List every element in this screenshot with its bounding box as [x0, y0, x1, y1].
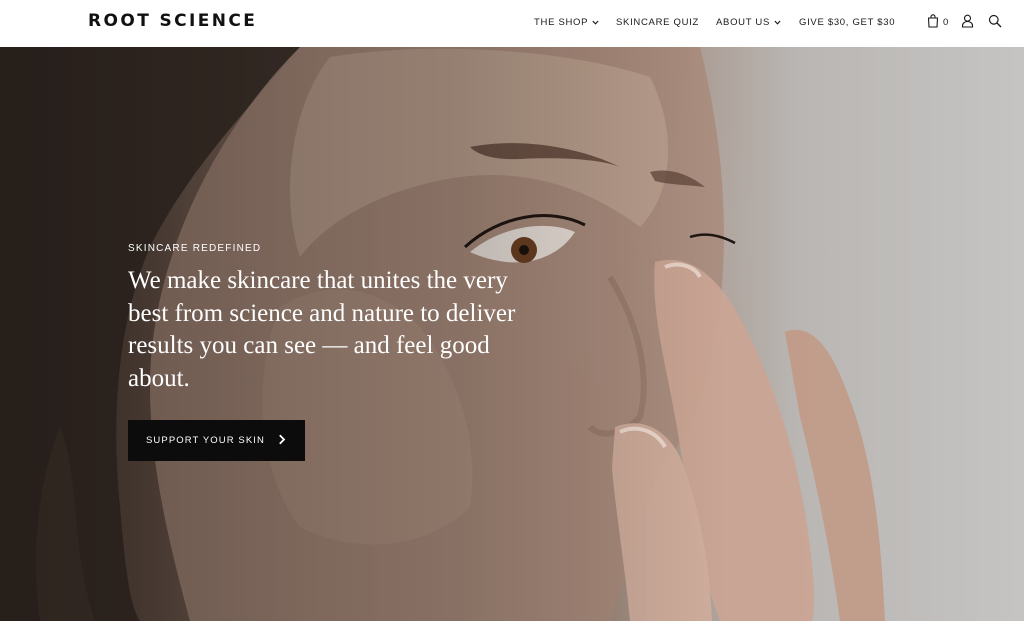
hero-section: SKINCARE REDEFINED We make skincare that…: [0, 47, 1024, 621]
cart-icon[interactable]: [927, 14, 939, 28]
hero-eyebrow: SKINCARE REDEFINED: [128, 243, 262, 254]
header-actions: 0: [0, 14, 1024, 32]
support-your-skin-button[interactable]: SUPPORT YOUR SKIN: [128, 420, 305, 461]
chevron-right-icon: [279, 434, 286, 445]
cart-count: 0: [943, 17, 949, 28]
site-header: ROOT SCIENCE THE SHOP SKINCARE QUIZ ABOU…: [0, 0, 1024, 47]
account-icon[interactable]: [961, 14, 974, 28]
hero-headline: We make skincare that unites the very be…: [128, 267, 516, 392]
search-icon[interactable]: [988, 14, 1002, 28]
cta-label: SUPPORT YOUR SKIN: [146, 435, 266, 446]
